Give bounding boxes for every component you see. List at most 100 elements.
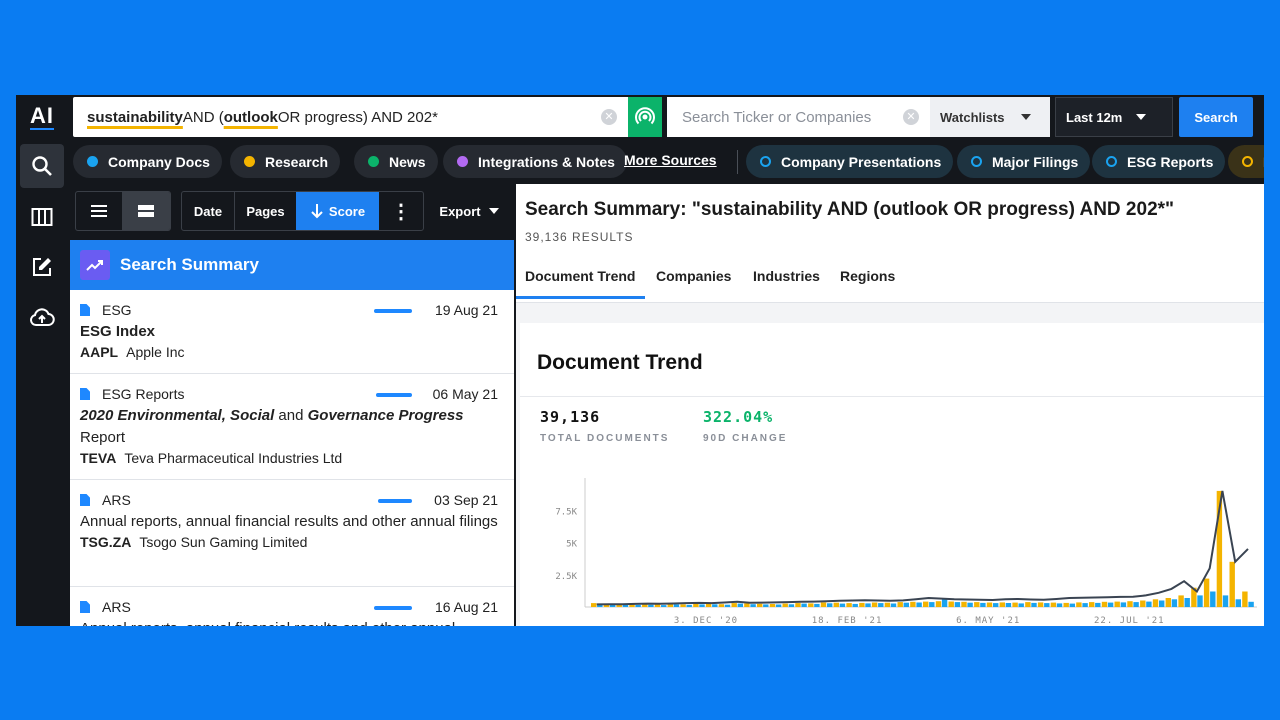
x-tick-label: 3. DEC '20 — [674, 616, 738, 626]
app-logo[interactable]: AI — [16, 103, 68, 129]
dot-icon — [244, 156, 255, 167]
list-item[interactable]: ARS 03 Sep 21 Annual reports, annual fin… — [70, 480, 514, 587]
chart-bar — [1152, 599, 1159, 607]
alert-button[interactable] — [628, 97, 662, 137]
chart-bar — [846, 603, 852, 607]
x-tick-label: 6. MAY '21 — [956, 616, 1020, 626]
document-icon — [80, 304, 90, 316]
document-icon — [80, 388, 90, 400]
card-view-button[interactable] — [122, 192, 170, 230]
chart-bar — [839, 603, 846, 607]
ticker-placeholder: Search Ticker or Companies — [682, 108, 872, 126]
app-window: AI sustainability AND (outlook OR progre… — [16, 95, 1264, 626]
source-chip-integrations[interactable]: Integrations & Notes — [443, 145, 627, 178]
chart-bar — [1159, 600, 1165, 607]
clear-ticker-icon[interactable]: ✕ — [903, 109, 919, 125]
item-title[interactable]: 2020 Environmental, Social and Governanc… — [80, 405, 504, 449]
chart-bar — [782, 603, 788, 607]
tab-industries[interactable]: Industries — [753, 268, 820, 284]
chart-bar — [1012, 602, 1018, 607]
list-view-button[interactable] — [76, 192, 122, 230]
chart-bar — [1127, 601, 1133, 607]
tab-regions[interactable]: Regions — [840, 268, 895, 284]
edit-icon — [33, 258, 51, 276]
item-title[interactable]: Annual reports, annual financial results… — [80, 618, 504, 626]
filter-chip-esg-reports[interactable]: ESG Reports — [1092, 145, 1226, 178]
chart-bar — [961, 601, 967, 607]
sort-score-button[interactable]: Score — [296, 192, 379, 230]
chart-bar — [788, 604, 795, 607]
export-dropdown[interactable]: Export — [435, 192, 503, 230]
list-item[interactable]: ESG 19 Aug 21 ESG Index AAPL Apple Inc — [70, 290, 514, 374]
upload-nav-button[interactable] — [20, 295, 64, 339]
chart-bar — [686, 604, 692, 607]
chart-bar — [1107, 602, 1114, 607]
filter-chip-major-filings[interactable]: Major Filings — [957, 145, 1091, 178]
chip-label: ESG Reports — [1127, 153, 1214, 170]
item-date: 16 Aug 21 — [434, 599, 498, 615]
columns-nav-button[interactable] — [20, 195, 64, 239]
chart-bar — [1018, 603, 1024, 607]
dot-icon — [87, 156, 98, 167]
source-chip-research[interactable]: Research — [230, 145, 341, 178]
chart-bar — [1235, 599, 1241, 607]
query-term-outlook: outlook — [223, 108, 278, 126]
query-input[interactable]: sustainability AND (outlook OR progress)… — [73, 97, 628, 137]
chart-bar — [884, 602, 891, 607]
chart-bar — [827, 603, 833, 607]
chart-bar — [808, 603, 814, 607]
sort-date-button[interactable]: Date — [182, 192, 234, 230]
chart-bar — [967, 602, 973, 607]
chart-bar — [871, 602, 878, 607]
search-nav-button[interactable] — [20, 144, 64, 188]
source-chip-news[interactable]: News — [354, 145, 438, 178]
chart-bar — [1082, 603, 1088, 607]
clear-query-icon[interactable]: ✕ — [601, 109, 617, 125]
more-options-button[interactable]: ⋮ — [379, 192, 423, 230]
chart-bar — [1120, 602, 1127, 607]
more-sources-link[interactable]: More Sources — [624, 152, 717, 168]
filter-chip-cutoff[interactable]: I — [1228, 145, 1264, 178]
tab-companies[interactable]: Companies — [656, 268, 731, 284]
dot-icon — [457, 156, 468, 167]
date-range-dropdown[interactable]: Last 12m — [1055, 97, 1173, 137]
chart-bar — [923, 601, 929, 607]
list-item[interactable]: ARS 16 Aug 21 Annual reports, annual fin… — [70, 587, 514, 626]
filter-chip-company-presentations[interactable]: Company Presentations — [746, 145, 954, 178]
item-title[interactable]: ESG Index — [80, 321, 504, 343]
chart-bar — [1203, 578, 1210, 607]
query-text-1: AND ( — [182, 108, 224, 126]
chart-bar — [1146, 601, 1152, 607]
chart-bar — [680, 604, 686, 607]
item-title[interactable]: Annual reports, annual financial results… — [80, 511, 504, 533]
chip-label: Company Presentations — [781, 153, 942, 170]
chart-bar — [1063, 602, 1069, 607]
chart-bar — [1069, 603, 1075, 607]
chart-bar — [718, 604, 725, 607]
x-tick-label: 18. FEB '21 — [812, 616, 883, 626]
watchlists-dropdown[interactable]: Watchlists — [930, 97, 1050, 137]
chip-label: News — [389, 153, 426, 170]
chart-bar — [974, 602, 980, 607]
ticker-search-input[interactable]: Search Ticker or Companies ✕ — [667, 97, 930, 137]
search-summary-item[interactable]: Search Summary — [70, 240, 514, 290]
chart-bar — [903, 602, 909, 607]
chart-bar — [1140, 600, 1146, 607]
summary-title: Search Summary: "sustainability AND (out… — [525, 199, 1175, 220]
chip-label: Integrations & Notes — [478, 153, 615, 170]
list-item[interactable]: ESG Reports 06 May 21 2020 Environmental… — [70, 374, 514, 480]
query-term-sustainability: sustainability — [87, 108, 183, 126]
chart-bar — [1242, 591, 1248, 607]
item-date: 19 Aug 21 — [434, 302, 498, 318]
list-icon — [91, 205, 107, 217]
sort-pages-button[interactable]: Pages — [235, 192, 296, 230]
notes-nav-button[interactable] — [20, 245, 64, 289]
tab-document-trend[interactable]: Document Trend — [516, 268, 646, 299]
chart-bar — [1089, 602, 1095, 607]
search-button[interactable]: Search — [1179, 97, 1253, 137]
source-chip-company-docs[interactable]: Company Docs — [73, 145, 222, 178]
title-part-2: and — [274, 407, 308, 424]
chart-bar — [661, 605, 667, 607]
chart-bar — [731, 603, 737, 607]
chart-bar — [986, 602, 993, 607]
